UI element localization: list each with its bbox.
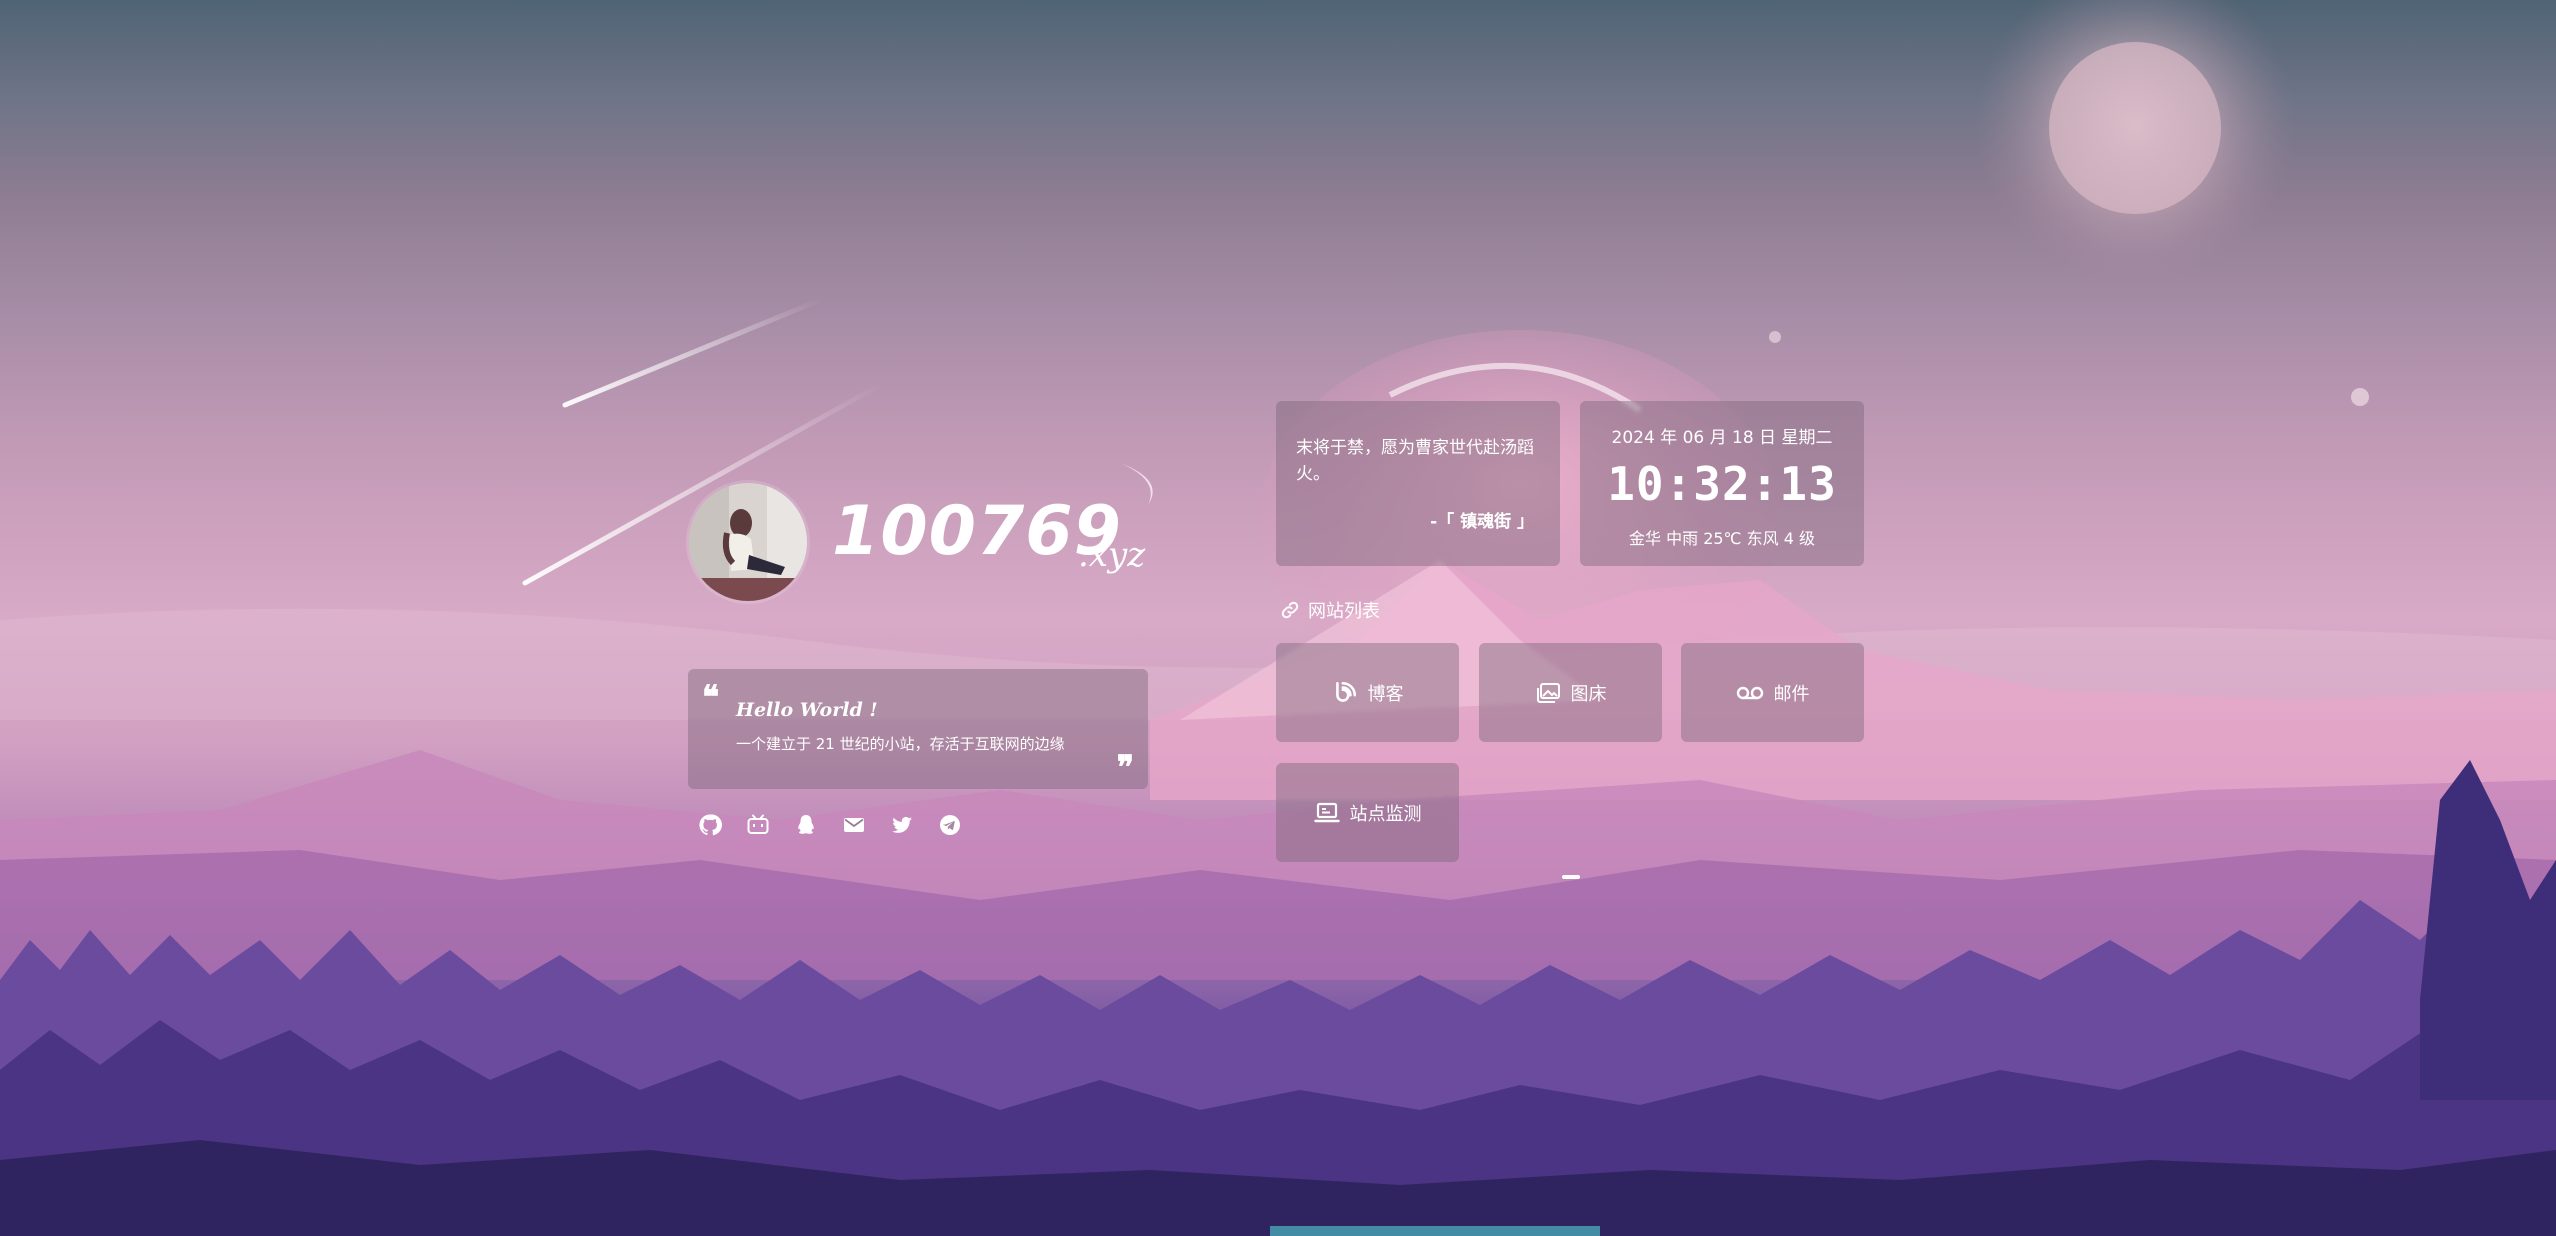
tagline-text: 一个建立于 21 世纪的小站，存活于互联网的边缘 [736, 735, 1065, 753]
site-list-heading: 网站列表 [1280, 597, 1380, 623]
date-text: 2024 年 06 月 18 日 星期二 [1611, 428, 1833, 448]
quote-text: 末将于禁，愿为曹家世代赴汤蹈火。 [1296, 438, 1534, 484]
twitter-icon[interactable] [888, 811, 916, 839]
site-monitor-button[interactable]: 站点监测 [1276, 763, 1459, 862]
qq-icon[interactable] [792, 811, 820, 839]
mail-label: 邮件 [1773, 683, 1810, 705]
link-icon [1281, 601, 1299, 619]
intro-card: ❝ Hello World ! 一个建立于 21 世纪的小站，存活于互联网的边缘… [688, 669, 1148, 789]
clock-weather-card: 2024 年 06 月 18 日 星期二 10:32:13 金华 中雨 25℃ … [1580, 401, 1864, 566]
mail-button[interactable]: 邮件 [1681, 643, 1864, 742]
quote-source: -「 镇魂街 」 [1430, 512, 1534, 532]
greeting-text: Hello World ! [736, 699, 878, 721]
image-host-label: 图床 [1570, 683, 1607, 705]
weather-text: 金华 中雨 25℃ 东风 4 级 [1629, 529, 1815, 548]
site-domain-suffix: .xyz [1078, 535, 1146, 575]
open-quote-icon: ❝ [702, 678, 720, 716]
image-host-button[interactable]: 图床 [1479, 643, 1662, 742]
email-icon[interactable] [840, 811, 868, 839]
telegram-icon[interactable] [936, 811, 964, 839]
github-icon[interactable] [696, 811, 724, 839]
avatar-photo-icon [689, 483, 807, 601]
monitor-icon [1313, 802, 1340, 822]
site-monitor-label: 站点监测 [1349, 803, 1422, 825]
close-quote-icon: ❞ [1116, 748, 1134, 786]
time-display: 10:32:13 [1607, 457, 1837, 511]
avatar[interactable] [689, 483, 807, 601]
pagination-indicator[interactable] [1562, 875, 1580, 879]
blog-button[interactable]: 博客 [1276, 643, 1459, 742]
voicemail-icon [1736, 686, 1763, 699]
image-host-icon [1536, 682, 1560, 703]
background-landscape [0, 0, 2556, 1236]
social-links [696, 810, 964, 840]
blog-icon [1335, 681, 1356, 702]
bilibili-icon[interactable] [744, 811, 772, 839]
blog-label: 博客 [1367, 683, 1404, 705]
background-scene: 100769 .xyz ❝ Hello World ! 一个建立于 21 世纪的… [0, 0, 2556, 1236]
hitokoto-card[interactable]: 末将于禁，愿为曹家世代赴汤蹈火。 -「 镇魂街 」 [1276, 401, 1560, 566]
site-list-title: 网站列表 [1308, 601, 1380, 622]
